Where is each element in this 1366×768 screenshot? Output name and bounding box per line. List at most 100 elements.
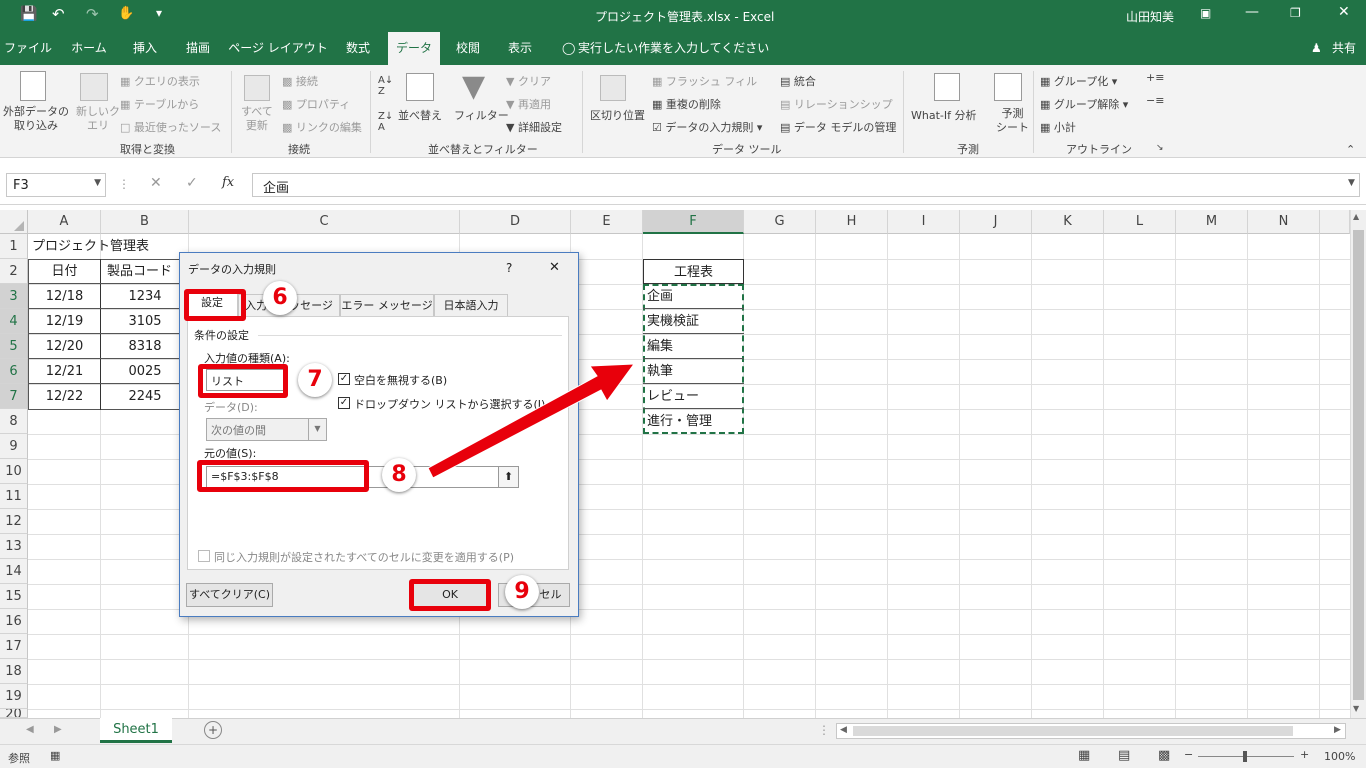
tell-me-box[interactable]: 実行したい作業を入力してください bbox=[578, 32, 769, 65]
column-header[interactable]: E bbox=[571, 210, 643, 234]
sort-za-icon[interactable]: Z↓ A bbox=[378, 111, 393, 133]
sheet-tab-sheet1[interactable]: Sheet1 bbox=[100, 718, 172, 743]
row-header[interactable]: 11 bbox=[0, 484, 28, 509]
tab-formulas[interactable]: 数式 bbox=[334, 32, 382, 65]
properties-button[interactable]: ▩ プロパティ bbox=[282, 96, 350, 112]
row-header[interactable]: 8 bbox=[0, 409, 28, 434]
column-header[interactable]: I bbox=[888, 210, 960, 234]
redo-icon[interactable]: ↷ bbox=[86, 5, 99, 23]
consolidate-button[interactable]: ▤ 統合 bbox=[780, 73, 816, 89]
process-cell[interactable]: レビュー bbox=[643, 384, 744, 409]
column-header[interactable]: J bbox=[960, 210, 1032, 234]
from-table-button[interactable]: ▦ テーブルから bbox=[120, 96, 199, 112]
page-layout-view-icon[interactable]: ▤ bbox=[1118, 748, 1130, 763]
zoom-slider-thumb[interactable] bbox=[1243, 751, 1247, 762]
new-query-button[interactable]: 新しいク エリ bbox=[76, 105, 120, 133]
scroll-right-icon[interactable]: ▶ bbox=[1334, 725, 1341, 735]
group-button[interactable]: ▦ グループ化 ▾ bbox=[1040, 73, 1117, 89]
hscroll-thumb[interactable] bbox=[853, 726, 1293, 736]
scroll-up-icon[interactable]: ▲ bbox=[1353, 212, 1359, 221]
zoom-level[interactable]: 100% bbox=[1324, 750, 1355, 763]
process-cell[interactable]: 進行・管理 bbox=[643, 409, 744, 434]
ignore-blank-checkbox[interactable]: ✓ bbox=[338, 373, 350, 385]
in-cell-dropdown-checkbox[interactable]: ✓ bbox=[338, 397, 350, 409]
row-header[interactable]: 14 bbox=[0, 559, 28, 584]
formula-input[interactable]: 企画 bbox=[252, 173, 1360, 197]
column-header[interactable]: B bbox=[101, 210, 189, 234]
column-header[interactable]: A bbox=[28, 210, 101, 234]
sort-button[interactable]: 並べ替え bbox=[398, 107, 442, 123]
tab-insert[interactable]: 挿入 bbox=[122, 32, 168, 65]
row-header[interactable]: 18 bbox=[0, 659, 28, 684]
sort-az-icon[interactable]: A↓ Z bbox=[378, 75, 393, 97]
show-detail-icon[interactable]: +≡ bbox=[1146, 71, 1164, 84]
scroll-down-icon[interactable]: ▼ bbox=[1353, 704, 1359, 713]
ribbon-display-icon[interactable]: ▣ bbox=[1200, 6, 1211, 20]
process-header[interactable]: 工程表 bbox=[643, 259, 744, 284]
tab-page-layout[interactable]: ページ レイアウト bbox=[228, 32, 328, 65]
row-header[interactable]: 9 bbox=[0, 434, 28, 459]
process-cell[interactable]: 執筆 bbox=[643, 359, 744, 384]
page-break-view-icon[interactable]: ▩ bbox=[1158, 748, 1170, 763]
row-header[interactable]: 15 bbox=[0, 584, 28, 609]
forecast-sheet-button[interactable]: 予測 シート bbox=[996, 107, 1029, 135]
tab-data[interactable]: データ bbox=[388, 32, 440, 65]
column-header-partial[interactable] bbox=[1320, 210, 1350, 234]
column-header[interactable]: D bbox=[460, 210, 571, 234]
tab-review[interactable]: 校閲 bbox=[446, 32, 490, 65]
row-header[interactable]: 6 bbox=[0, 359, 28, 384]
tab-ime-mode[interactable]: 日本語入力 bbox=[434, 294, 508, 317]
row-header[interactable]: 3 bbox=[0, 284, 28, 309]
name-box[interactable]: F3 ▼ bbox=[6, 173, 106, 197]
enter-entry-icon[interactable]: ✓ bbox=[186, 175, 198, 191]
touch-mode-icon[interactable]: ✋ bbox=[118, 6, 134, 21]
connections-button[interactable]: ▩ 接続 bbox=[282, 73, 318, 89]
row-header[interactable]: 20 bbox=[0, 709, 28, 718]
restore-icon[interactable]: ❐ bbox=[1290, 6, 1301, 20]
select-all-corner[interactable] bbox=[0, 210, 28, 234]
column-header[interactable]: K bbox=[1032, 210, 1104, 234]
table-cell[interactable]: 12/21 bbox=[28, 359, 101, 384]
data-model-button[interactable]: ▤ データ モデルの管理 bbox=[780, 119, 896, 135]
row-header[interactable]: 10 bbox=[0, 459, 28, 484]
process-cell[interactable]: 編集 bbox=[643, 334, 744, 359]
tab-error-alert[interactable]: エラー メッセージ bbox=[340, 294, 434, 317]
row-header[interactable]: 5 bbox=[0, 334, 28, 359]
cell-a1[interactable]: プロジェクト管理表 bbox=[32, 234, 149, 259]
reapply-button[interactable]: ▼ 再適用 bbox=[506, 96, 551, 112]
apply-all-checkbox[interactable] bbox=[198, 550, 210, 562]
cancel-entry-icon[interactable]: ✕ bbox=[150, 175, 162, 191]
clear-all-button[interactable]: すべてクリア(C) bbox=[186, 583, 273, 607]
dialog-close-button[interactable]: ✕ bbox=[549, 260, 560, 275]
process-cell[interactable]: 企画 bbox=[643, 284, 744, 309]
recent-sources-button[interactable]: □ 最近使ったソース bbox=[120, 119, 221, 135]
advanced-button[interactable]: ▼ 詳細設定 bbox=[506, 119, 562, 135]
remove-duplicates-button[interactable]: ▦ 重複の削除 bbox=[652, 96, 721, 112]
what-if-button[interactable]: What-If 分析 bbox=[911, 107, 976, 123]
table-cell[interactable]: 1234 bbox=[101, 284, 189, 309]
tab-split-icon[interactable]: ⋮ bbox=[818, 723, 830, 737]
row-header[interactable]: 19 bbox=[0, 684, 28, 709]
relationships-button[interactable]: ▤ リレーションシップ bbox=[780, 96, 893, 112]
tab-view[interactable]: 表示 bbox=[496, 32, 544, 65]
column-header[interactable]: L bbox=[1104, 210, 1176, 234]
new-sheet-icon[interactable]: + bbox=[204, 721, 222, 739]
column-header[interactable]: F bbox=[643, 210, 744, 234]
table-cell[interactable]: 8318 bbox=[101, 334, 189, 359]
normal-view-icon[interactable]: ▦ bbox=[1078, 748, 1090, 763]
get-external-data-button[interactable]: 外部データの 取り込み bbox=[3, 105, 69, 133]
column-header[interactable]: G bbox=[744, 210, 816, 234]
customize-qat-icon[interactable]: ▾ bbox=[156, 6, 162, 20]
scroll-left-icon[interactable]: ◀ bbox=[840, 725, 847, 735]
row-header[interactable]: 17 bbox=[0, 634, 28, 659]
zoom-in-icon[interactable]: + bbox=[1300, 748, 1309, 761]
show-query-button[interactable]: ▦ クエリの表示 bbox=[120, 73, 200, 89]
header-date[interactable]: 日付 bbox=[28, 259, 101, 284]
outline-launcher-icon[interactable]: ↘ bbox=[1156, 143, 1164, 153]
header-product-code[interactable]: 製品コード bbox=[101, 259, 189, 284]
horizontal-scrollbar[interactable]: ◀ ▶ bbox=[836, 723, 1346, 739]
column-header[interactable]: M bbox=[1176, 210, 1248, 234]
row-header[interactable]: 7 bbox=[0, 384, 28, 409]
help-button[interactable]: ? bbox=[506, 261, 512, 275]
row-header[interactable]: 12 bbox=[0, 509, 28, 534]
